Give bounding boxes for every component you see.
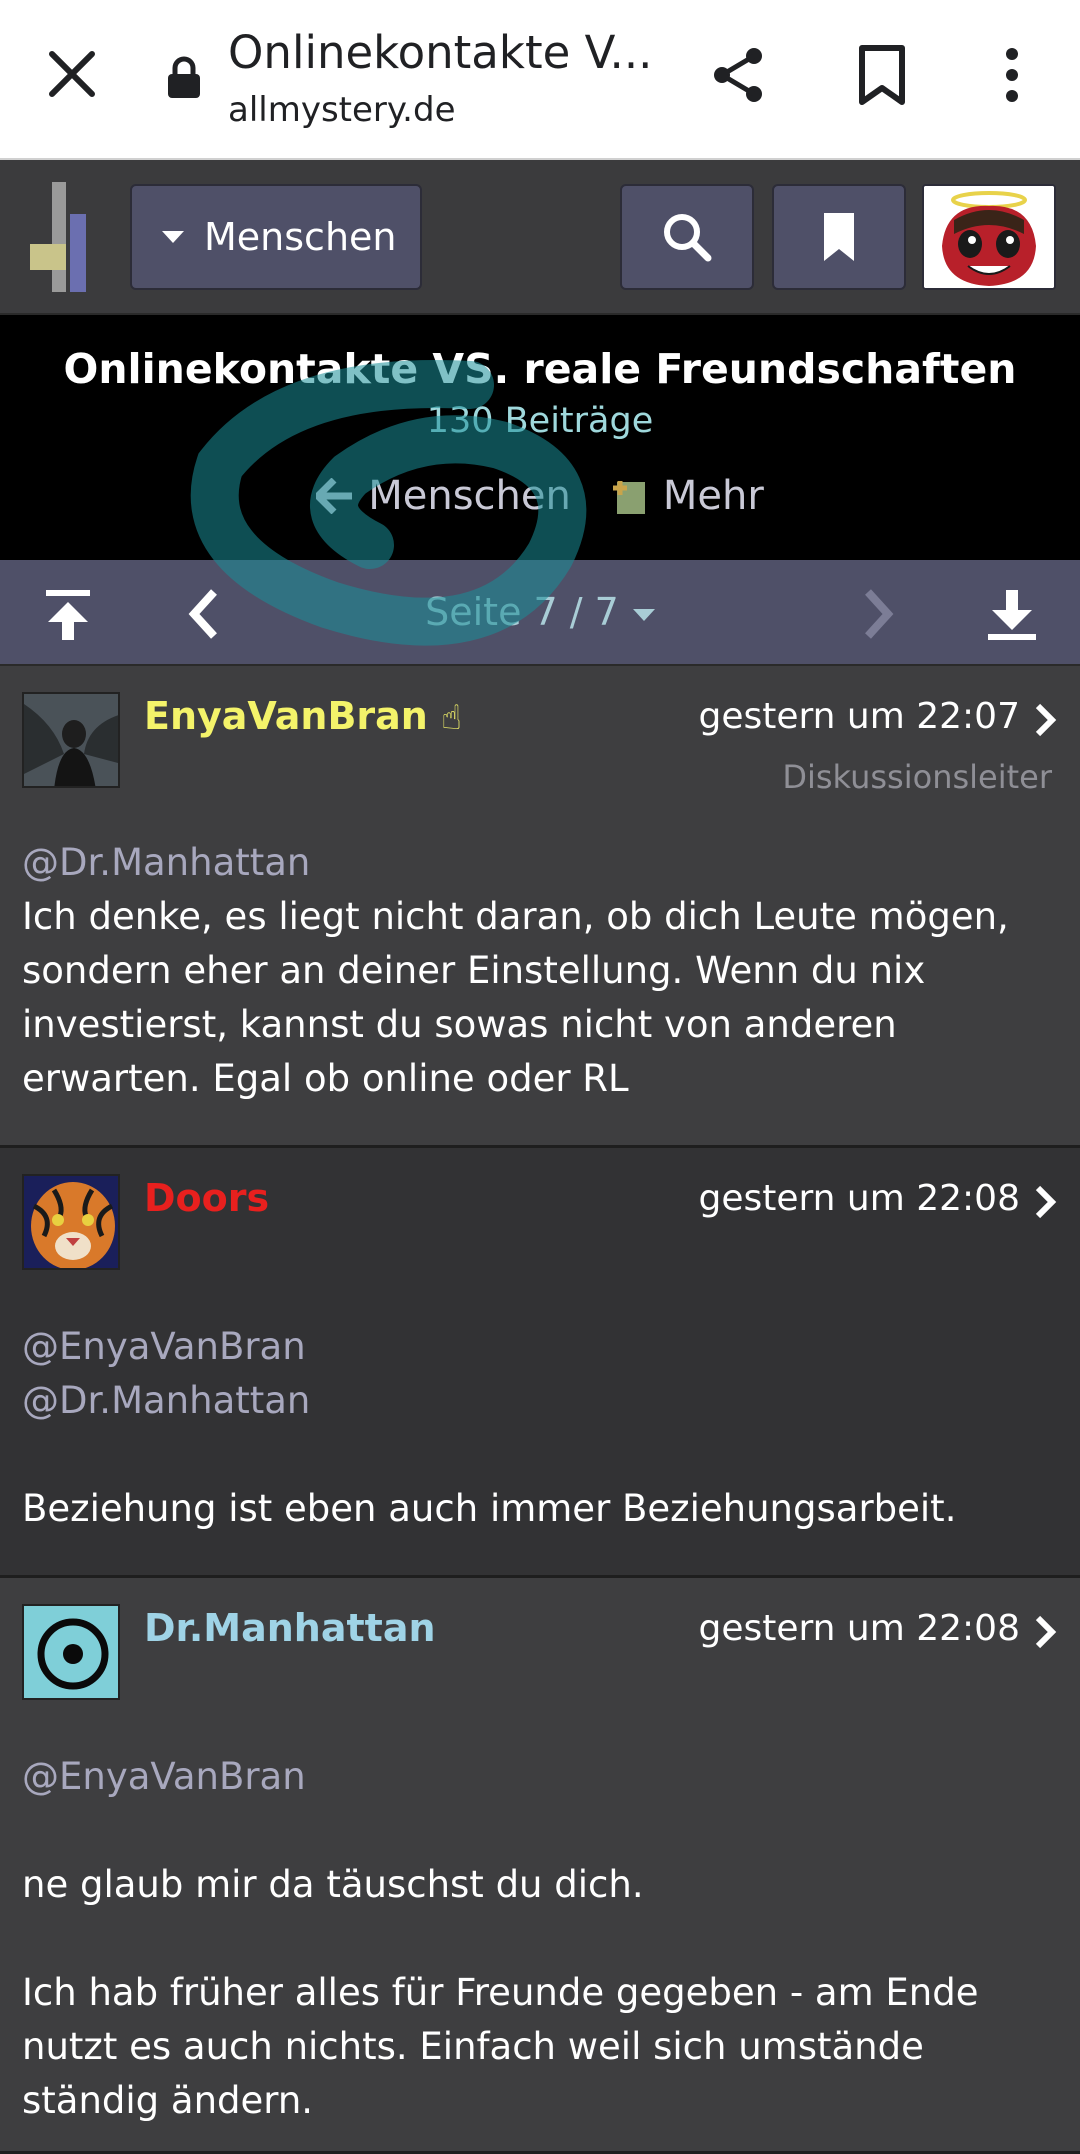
next-page-icon[interactable] bbox=[846, 584, 906, 644]
category-label: Menschen bbox=[204, 215, 397, 259]
author-role: Diskussionsleiter bbox=[782, 758, 1052, 796]
author-avatar[interactable] bbox=[22, 692, 120, 788]
post-item: EnyaVanBran ☝ gestern um 22:07 Diskussio… bbox=[0, 666, 1080, 1148]
mention-link[interactable]: @Dr.Manhattan bbox=[22, 836, 1042, 890]
caret-down-icon bbox=[162, 231, 184, 243]
category-dropdown-button[interactable]: Menschen bbox=[130, 184, 422, 290]
post-time[interactable]: gestern um 22:08 bbox=[698, 1178, 1020, 1219]
post-item: Dr.Manhattan gestern um 22:08 @EnyaVanBr… bbox=[0, 1578, 1080, 2154]
browser-page-title[interactable]: Onlinekontakte V... bbox=[228, 26, 648, 79]
thread-links: Menschen Mehr bbox=[0, 473, 1080, 519]
post-author[interactable]: EnyaVanBran ☝ bbox=[144, 694, 462, 738]
document-plus-icon bbox=[612, 481, 645, 514]
post-text: Beziehung ist eben auch immer Beziehungs… bbox=[22, 1487, 957, 1530]
bookmark-icon[interactable] bbox=[856, 44, 908, 106]
author-avatar[interactable] bbox=[22, 1604, 120, 1700]
mention-link[interactable]: @EnyaVanBran bbox=[22, 1750, 1042, 1804]
share-icon[interactable] bbox=[708, 44, 770, 106]
thread-header: Onlinekontakte VS. reale Freundschaften … bbox=[0, 315, 1080, 560]
bookmarks-button[interactable] bbox=[772, 184, 906, 290]
post-body: @EnyaVanBran @Dr.Manhattan Beziehung ist… bbox=[22, 1320, 1042, 1536]
chevron-right-icon[interactable] bbox=[1032, 702, 1058, 738]
arrow-left-icon bbox=[316, 478, 353, 514]
thread-post-count: 130 Beiträge bbox=[426, 401, 654, 441]
last-page-icon[interactable] bbox=[982, 584, 1042, 644]
browser-url[interactable]: allmystery.de bbox=[228, 90, 456, 130]
mention-link[interactable]: @EnyaVanBran bbox=[22, 1320, 1042, 1374]
chevron-right-icon[interactable] bbox=[1032, 1184, 1058, 1220]
author-avatar[interactable] bbox=[22, 1174, 120, 1270]
post-text: Ich denke, es liegt nicht daran, ob dich… bbox=[22, 895, 1009, 1100]
site-logo[interactable] bbox=[30, 182, 100, 292]
mention-link[interactable]: @Dr.Manhattan bbox=[22, 1374, 1042, 1428]
back-link-label: Menschen bbox=[368, 473, 571, 519]
site-header: Menschen bbox=[0, 160, 1080, 315]
more-link[interactable]: Mehr bbox=[611, 473, 764, 519]
browser-toolbar: Onlinekontakte V... allmystery.de bbox=[0, 0, 1080, 160]
user-avatar[interactable] bbox=[922, 184, 1056, 290]
pagination-bar: Seite 7 / 7 bbox=[0, 560, 1080, 666]
thread-starter-icon: ☝ bbox=[441, 698, 462, 738]
more-vert-icon[interactable] bbox=[992, 44, 1032, 106]
post-time[interactable]: gestern um 22:07 bbox=[698, 696, 1020, 737]
more-link-label: Mehr bbox=[662, 473, 764, 519]
bookmark-icon bbox=[824, 213, 854, 261]
post-text: ne glaub mir da täuschst du dich. bbox=[22, 1863, 644, 1906]
post-time[interactable]: gestern um 22:08 bbox=[698, 1608, 1020, 1649]
post-author[interactable]: Doors bbox=[144, 1176, 269, 1220]
chevron-right-icon[interactable] bbox=[1032, 1614, 1058, 1650]
post-text-continued: Ich hab früher alles für Freunde gegeben… bbox=[22, 1971, 979, 2122]
back-to-category-link[interactable]: Menschen bbox=[316, 473, 571, 519]
post-item: Doors gestern um 22:08 @EnyaVanBran @Dr.… bbox=[0, 1148, 1080, 1578]
page-selector[interactable]: Seite 7 / 7 bbox=[0, 590, 1080, 634]
post-body: @Dr.Manhattan Ich denke, es liegt nicht … bbox=[22, 836, 1042, 1106]
post-body: @EnyaVanBran ne glaub mir da täuschst du… bbox=[22, 1750, 1042, 2128]
thread-title: Onlinekontakte VS. reale Freundschaften bbox=[63, 345, 1017, 393]
page-label: Seite 7 / 7 bbox=[425, 590, 619, 634]
search-button[interactable] bbox=[620, 184, 754, 290]
lock-icon bbox=[168, 56, 200, 98]
caret-down-icon bbox=[632, 608, 655, 621]
close-icon[interactable] bbox=[44, 46, 100, 102]
post-author[interactable]: Dr.Manhattan bbox=[144, 1606, 436, 1650]
search-icon bbox=[664, 214, 712, 262]
